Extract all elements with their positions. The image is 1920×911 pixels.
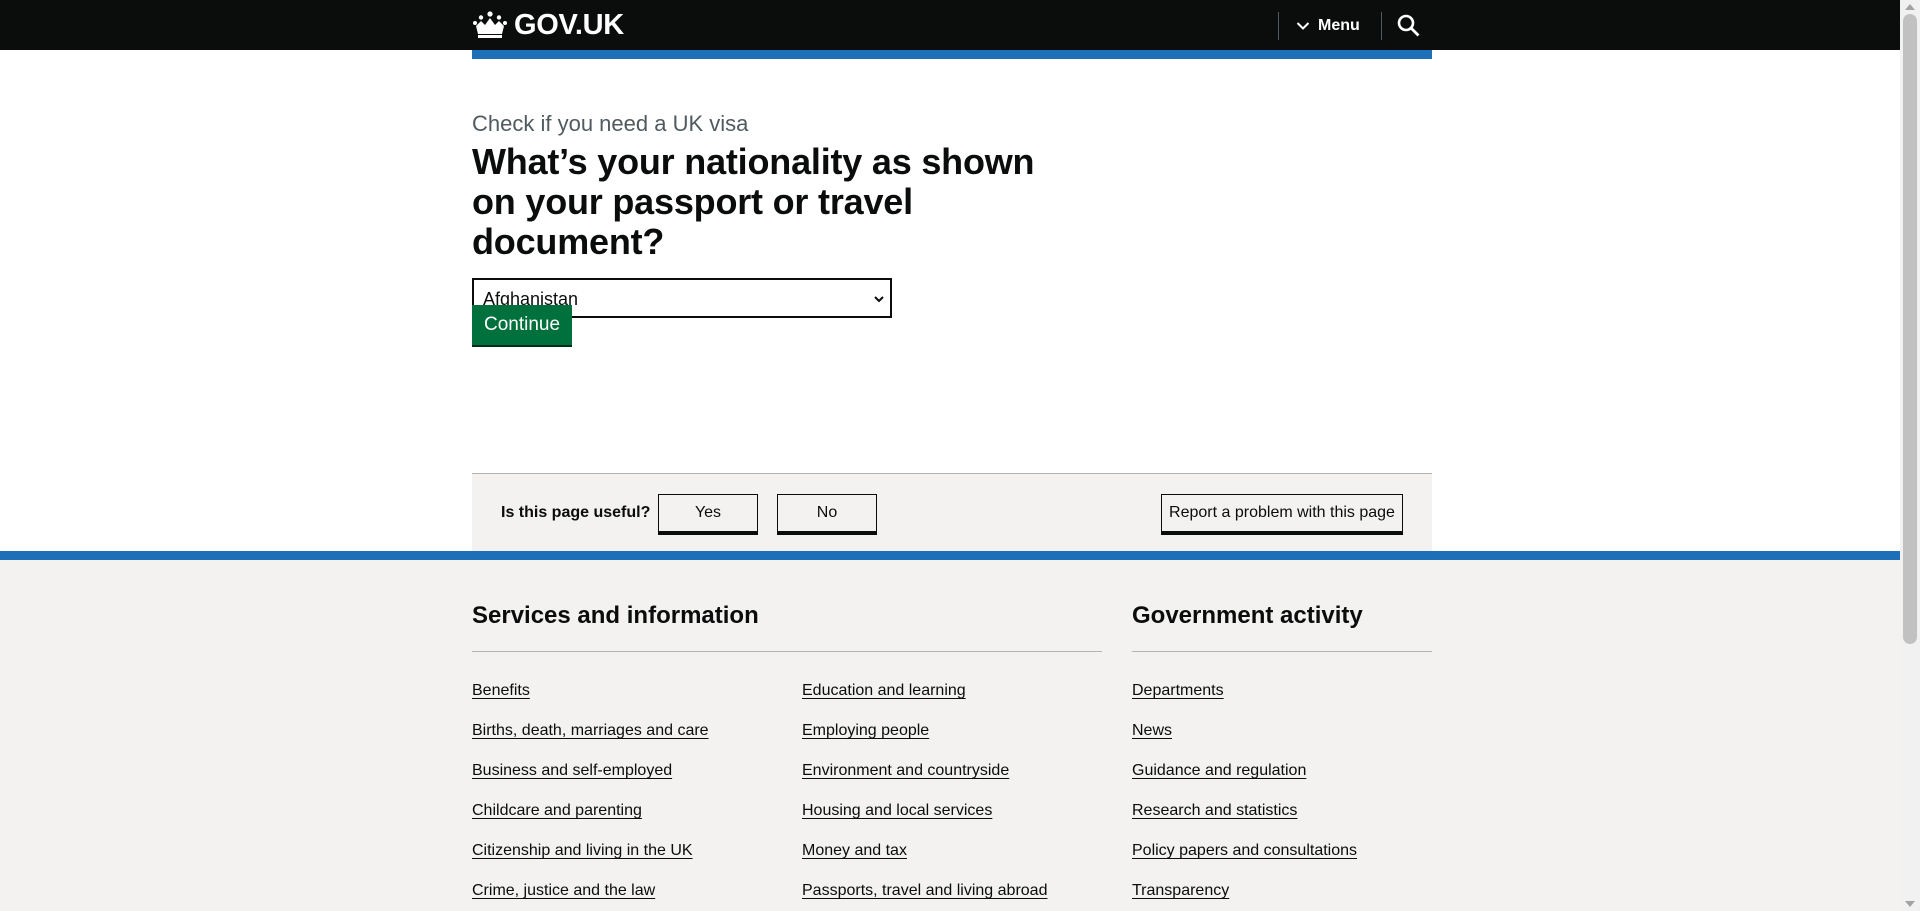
site-footer: Services and information Benefits Births… bbox=[0, 560, 1900, 911]
header-divider bbox=[1278, 12, 1279, 40]
header-container: GOV.UK Menu bbox=[472, 0, 1432, 50]
page-scrollbar[interactable] bbox=[1900, 0, 1920, 911]
list-item: Births, death, marriages and care bbox=[472, 721, 709, 761]
page-caption: Check if you need a UK visa bbox=[472, 111, 749, 136]
footer-blue-strip bbox=[0, 551, 1900, 560]
crown-icon bbox=[472, 10, 508, 40]
services-list-col1: Benefits Births, death, marriages and ca… bbox=[472, 681, 709, 911]
scroll-down-icon[interactable] bbox=[1905, 901, 1915, 907]
footer-link[interactable]: Crime, justice and the law bbox=[472, 882, 655, 899]
menu-button[interactable]: Menu bbox=[1296, 12, 1360, 40]
feedback-no-button[interactable]: No bbox=[777, 494, 877, 532]
footer-link[interactable]: Births, death, marriages and care bbox=[472, 722, 709, 739]
footer-link[interactable]: Money and tax bbox=[802, 842, 907, 859]
footer-link[interactable]: Environment and countryside bbox=[802, 762, 1009, 779]
footer-link[interactable]: Childcare and parenting bbox=[472, 802, 642, 819]
list-item: Guidance and regulation bbox=[1132, 761, 1357, 801]
list-item: Housing and local services bbox=[802, 801, 1047, 841]
list-item: Policy papers and consultations bbox=[1132, 841, 1357, 881]
footer-link[interactable]: Business and self-employed bbox=[472, 762, 672, 779]
footer-link[interactable]: Benefits bbox=[472, 682, 530, 699]
footer-link[interactable]: News bbox=[1132, 722, 1172, 739]
services-divider bbox=[472, 651, 1102, 652]
report-problem-button[interactable]: Report a problem with this page bbox=[1161, 494, 1403, 532]
footer-link[interactable]: Transparency bbox=[1132, 882, 1229, 899]
footer-link[interactable]: Passports, travel and living abroad bbox=[802, 882, 1047, 899]
gov-activity-list: Departments News Guidance and regulation… bbox=[1132, 681, 1357, 911]
menu-label: Menu bbox=[1318, 17, 1360, 34]
list-item: News bbox=[1132, 721, 1357, 761]
scrollbar-thumb[interactable] bbox=[1903, 14, 1917, 644]
footer-link[interactable]: Guidance and regulation bbox=[1132, 762, 1306, 779]
footer-link[interactable]: Citizenship and living in the UK bbox=[472, 842, 693, 859]
continue-button[interactable]: Continue bbox=[472, 305, 573, 345]
gov-activity-title: Government activity bbox=[1132, 602, 1363, 629]
footer-link[interactable]: Housing and local services bbox=[802, 802, 992, 819]
list-item: Money and tax bbox=[802, 841, 1047, 881]
footer-link[interactable]: Policy papers and consultations bbox=[1132, 842, 1357, 859]
list-item: Education and learning bbox=[802, 681, 1047, 721]
list-item: Departments bbox=[1132, 681, 1357, 721]
list-item: Research and statistics bbox=[1132, 801, 1357, 841]
services-list-col2: Education and learning Employing people … bbox=[802, 681, 1047, 911]
footer-link[interactable]: Employing people bbox=[802, 722, 929, 739]
list-item: Crime, justice and the law bbox=[472, 881, 709, 911]
list-item: Benefits bbox=[472, 681, 709, 721]
dropdown-arrow-icon bbox=[873, 292, 885, 304]
gov-activity-divider bbox=[1132, 651, 1432, 652]
page-title: What’s your nationality as shown on your… bbox=[472, 141, 1035, 262]
logo-text: GOV.UK bbox=[514, 9, 624, 41]
feedback-bar: Is this page useful? Yes No Report a pro… bbox=[472, 473, 1432, 551]
govuk-logo-link[interactable]: GOV.UK bbox=[472, 9, 624, 41]
list-item: Citizenship and living in the UK bbox=[472, 841, 709, 881]
main-content: Check if you need a UK visa What’s your … bbox=[472, 110, 1432, 345]
footer-link[interactable]: Education and learning bbox=[802, 682, 966, 699]
list-item: Passports, travel and living abroad bbox=[802, 881, 1047, 911]
footer-container: Services and information Benefits Births… bbox=[472, 560, 1432, 911]
footer-link[interactable]: Departments bbox=[1132, 682, 1224, 699]
header-blue-strip bbox=[472, 50, 1432, 59]
site-header: GOV.UK Menu bbox=[0, 0, 1900, 50]
feedback-yes-button[interactable]: Yes bbox=[658, 494, 758, 532]
list-item: Employing people bbox=[802, 721, 1047, 761]
footer-link[interactable]: Research and statistics bbox=[1132, 802, 1297, 819]
list-item: Childcare and parenting bbox=[472, 801, 709, 841]
header-divider bbox=[1381, 12, 1382, 40]
list-item: Business and self-employed bbox=[472, 761, 709, 801]
list-item: Environment and countryside bbox=[802, 761, 1047, 801]
chevron-down-icon bbox=[1296, 19, 1310, 33]
list-item: Transparency bbox=[1132, 881, 1357, 911]
feedback-question: Is this page useful? bbox=[501, 504, 651, 521]
services-title: Services and information bbox=[472, 602, 759, 629]
search-button[interactable] bbox=[1394, 12, 1422, 40]
scroll-up-icon[interactable] bbox=[1905, 4, 1915, 10]
search-icon bbox=[1396, 14, 1420, 40]
